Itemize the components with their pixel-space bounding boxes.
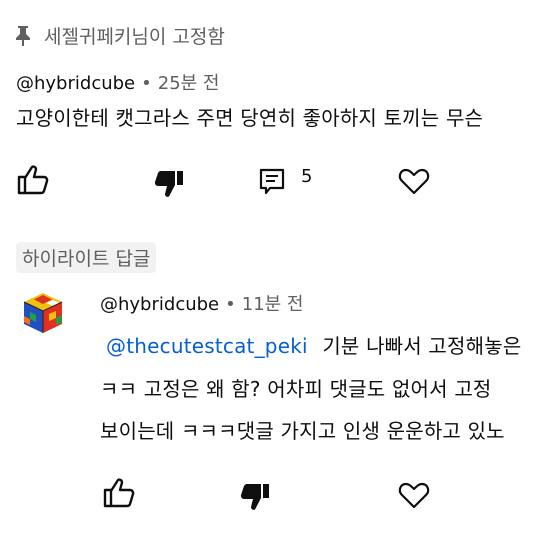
reply-thumbs-up-icon[interactable] bbox=[102, 477, 136, 509]
thumbs-down-icon[interactable] bbox=[152, 168, 186, 200]
reply-heart-icon[interactable] bbox=[398, 480, 430, 510]
pinned-text: 세젤귀페키님이 고정함 bbox=[44, 26, 225, 48]
comment-icon[interactable] bbox=[258, 167, 286, 197]
reply-time[interactable]: 11분 전 bbox=[242, 294, 304, 315]
pin-icon bbox=[16, 25, 30, 46]
pinned-label: 세젤귀페키님이 고정함 bbox=[14, 22, 225, 49]
mention-link[interactable]: @thecutestcat_peki bbox=[106, 334, 308, 358]
thumbs-up-icon[interactable] bbox=[16, 164, 50, 196]
comment-author[interactable]: @hybridcube bbox=[16, 73, 135, 94]
reply-text-line-3: 보이는데 ㅋㅋㅋ댓글 가지고 인생 운운하고 있노 bbox=[100, 419, 505, 443]
reply-thumbs-down-icon[interactable] bbox=[238, 481, 272, 513]
reply-text-line-2: ㅋㅋ 고정은 왜 함? 어차피 댓글도 없어서 고정 bbox=[100, 377, 492, 401]
reply-author[interactable]: @hybridcube bbox=[100, 294, 219, 315]
heart-icon[interactable] bbox=[398, 166, 430, 196]
highlight-reply-chip: 하이라이트 답글 bbox=[16, 242, 157, 273]
reply-meta: @hybridcube • 11분 전 bbox=[100, 294, 304, 315]
comment-time[interactable]: 25분 전 bbox=[158, 73, 220, 94]
rubiks-cube-avatar[interactable] bbox=[20, 290, 66, 336]
comment-text: 고양이한테 캣그라스 주면 당연히 좋아하지 토끼는 무슨 bbox=[16, 106, 484, 130]
reply-text-line-1: @thecutestcat_peki 기분 나빠서 고정해놓은 bbox=[106, 334, 522, 358]
reply-count[interactable]: 5 bbox=[301, 166, 312, 187]
comment-meta: @hybridcube • 25분 전 bbox=[16, 73, 220, 94]
